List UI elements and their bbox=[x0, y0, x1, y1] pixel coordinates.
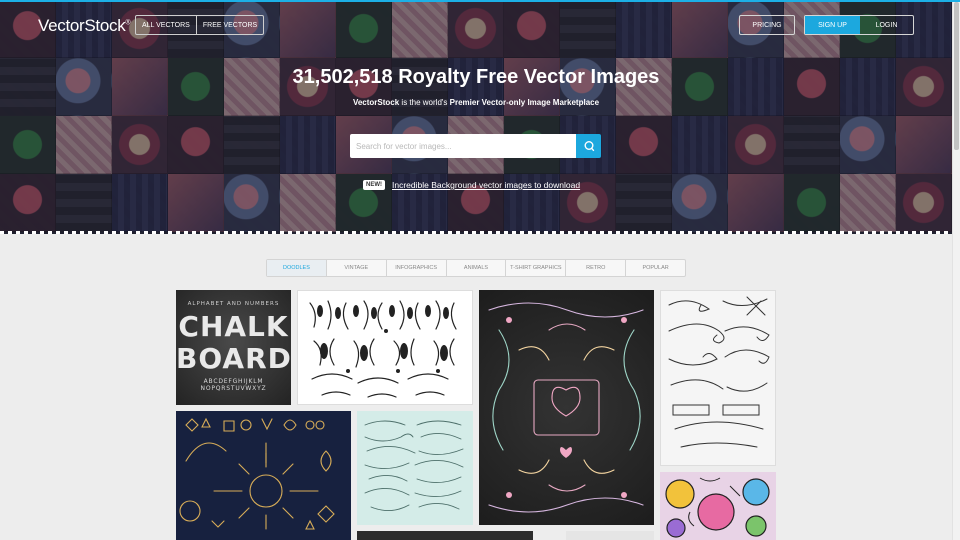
dark-artwork-thumbnail[interactable] bbox=[357, 531, 533, 540]
tab-retro[interactable]: RETRO bbox=[565, 260, 625, 276]
tab-doodles[interactable]: DOODLES bbox=[267, 260, 326, 276]
all-vectors-button[interactable]: ALL VECTORS bbox=[136, 16, 196, 34]
chalkboard-alphabet-thumbnail[interactable]: ALPHABET AND NUMBERS CHALK BOARD ABCDEFG… bbox=[176, 290, 291, 405]
top-accent-line bbox=[0, 0, 960, 2]
leaves-illustration bbox=[309, 300, 457, 398]
chalk-floral-frame-thumbnail[interactable] bbox=[479, 290, 654, 525]
tab-infographics[interactable]: INFOGRAPHICS bbox=[385, 260, 446, 276]
search-button[interactable] bbox=[576, 134, 601, 158]
dividers-illustration bbox=[364, 420, 464, 511]
free-vectors-button[interactable]: FREE VECTORS bbox=[195, 16, 263, 34]
chalkboard-word-1: CHALK bbox=[178, 310, 289, 343]
scrollbar-thumb[interactable] bbox=[954, 2, 959, 150]
vector-nav-group: ALL VECTORS FREE VECTORS bbox=[135, 15, 265, 35]
colorful-doodle-thumbnail[interactable] bbox=[660, 472, 776, 540]
pricing-button[interactable]: PRICING bbox=[739, 15, 795, 35]
colorful-doodle-illustration bbox=[665, 477, 770, 538]
search-bar bbox=[350, 134, 601, 158]
subline-brand: VectorStock bbox=[352, 98, 400, 107]
chalkboard-word-2: BOARD bbox=[176, 342, 291, 375]
registered-mark: ® bbox=[125, 19, 131, 27]
tab-vintage[interactable]: VINTAGE bbox=[325, 260, 386, 276]
chalkboard-caption: ALPHABET AND NUMBERS bbox=[187, 301, 280, 307]
leaves-doodle-thumbnail[interactable] bbox=[297, 290, 473, 405]
auth-group: SIGN UP LOGIN bbox=[804, 15, 914, 35]
login-button[interactable]: LOGIN bbox=[860, 16, 913, 34]
tab-animals[interactable]: ANIMALS bbox=[445, 260, 506, 276]
tab-popular[interactable]: POPULAR bbox=[625, 260, 685, 276]
hero-headline: 31,502,518 Royalty Free Vector Images bbox=[292, 66, 660, 88]
promo-link[interactable]: Incredible Background vector images to d… bbox=[392, 180, 580, 190]
gold-line-art-thumbnail[interactable] bbox=[176, 411, 351, 540]
chalkboard-alphabet: ABCDEFGHIJKLM NOPQRSTUVWXYZ bbox=[200, 378, 267, 392]
swirl-dividers-thumbnail[interactable] bbox=[357, 411, 473, 525]
hero-banner bbox=[0, 0, 952, 234]
search-icon bbox=[584, 141, 594, 152]
subline-emphasis: Premier Vector-only Image Marketplace bbox=[449, 98, 600, 107]
vectorstock-logo[interactable]: VectorStock® bbox=[38, 16, 131, 36]
gold-icons-illustration bbox=[179, 417, 335, 530]
subline-text: is the world's bbox=[399, 98, 450, 107]
category-tabs: DOODLES VINTAGE INFOGRAPHICS ANIMALS T-SHIRT… bbox=[266, 259, 686, 277]
swirls-illustration bbox=[668, 296, 770, 448]
logo-text: VectorStock bbox=[38, 16, 126, 35]
hero-torn-edge bbox=[0, 231, 952, 234]
page-scrollbar[interactable] bbox=[952, 0, 960, 540]
calligraphic-swirls-thumbnail[interactable] bbox=[660, 290, 776, 466]
new-badge: NEW! bbox=[363, 180, 385, 190]
search-input[interactable] bbox=[350, 134, 576, 158]
floral-frame-illustration bbox=[488, 302, 644, 513]
tab-t-shirt-graphics[interactable]: T-SHIRT GRAPHICS bbox=[505, 260, 565, 276]
hero-subline: VectorStock is the world's Premier Vecto… bbox=[0, 98, 952, 107]
light-artwork-thumbnail[interactable] bbox=[566, 531, 654, 540]
sign-up-button[interactable]: SIGN UP bbox=[805, 16, 860, 34]
promo-banner: NEW! Incredible Background vector images… bbox=[363, 180, 580, 190]
hero-overlay bbox=[0, 0, 952, 234]
